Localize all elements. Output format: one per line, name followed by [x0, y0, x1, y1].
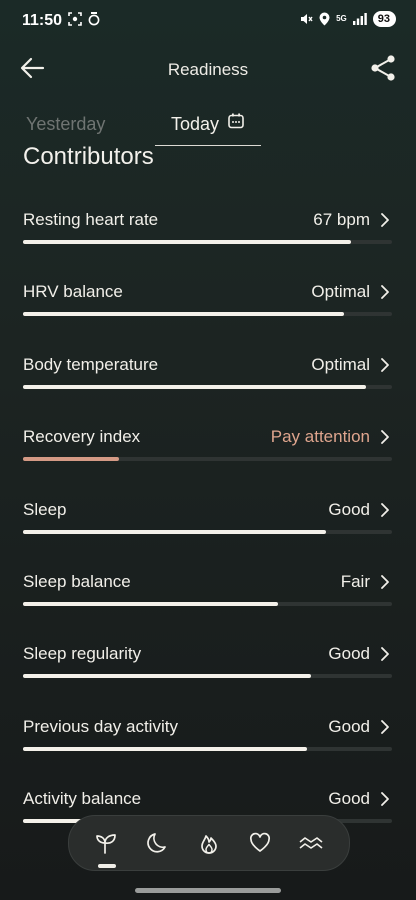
- tab-yesterday[interactable]: Yesterday: [26, 114, 105, 135]
- moon-icon: [147, 833, 166, 853]
- contributor-label: Body temperature: [23, 354, 159, 374]
- chevron-right-icon: [381, 357, 389, 372]
- contributor-label: Previous day activity: [23, 716, 178, 736]
- share-icon: [371, 55, 395, 81]
- contributor-row[interactable]: Previous day activity Good: [23, 711, 392, 783]
- contributor-row[interactable]: Recovery index Pay attention: [23, 421, 392, 493]
- watch-icon: [88, 12, 100, 26]
- calendar-icon[interactable]: [228, 113, 244, 129]
- app-header: Readiness: [0, 44, 416, 92]
- chevron-right-icon: [381, 430, 389, 445]
- contributor-bar-track: [23, 457, 392, 462]
- nav-sleep[interactable]: [142, 827, 174, 859]
- nav-readiness[interactable]: [91, 827, 123, 859]
- contributor-bar-fill: [23, 457, 119, 462]
- chevron-right-icon: [381, 719, 389, 734]
- contributor-label: Sleep: [23, 499, 67, 519]
- chevron-right-icon: [381, 647, 389, 662]
- contributor-bar-fill: [23, 674, 311, 679]
- contributor-value: Good: [328, 644, 370, 664]
- flame-icon: [201, 835, 217, 854]
- status-notification-icons: [68, 12, 100, 26]
- contributor-value: Optimal: [311, 282, 370, 302]
- status-time: 11:50: [22, 12, 63, 29]
- bottom-nav: [68, 815, 350, 871]
- tab-today[interactable]: Today: [155, 108, 261, 146]
- contributor-bar-track: [23, 746, 392, 751]
- contributor-bar-fill: [23, 312, 345, 317]
- tab-today-label: Today: [171, 114, 220, 134]
- contributor-value: Pay attention: [270, 427, 370, 447]
- contributor-bar-track: [23, 312, 392, 317]
- contributor-bar-track: [23, 384, 392, 389]
- chevron-right-icon: [381, 285, 389, 300]
- page-title: Readiness: [167, 60, 249, 79]
- chevron-right-icon: [381, 575, 389, 589]
- contributor-bar-track: [23, 601, 392, 606]
- contributors-list: Resting heart rate 67 bpm HRV balance Optim…: [23, 204, 392, 856]
- contributor-row[interactable]: Sleep balance Fair: [23, 566, 392, 638]
- status-bar: 11:50 5G 93: [0, 0, 416, 42]
- contributor-bar-track: [23, 674, 392, 679]
- mute-icon: [301, 14, 313, 24]
- home-indicator[interactable]: [135, 888, 281, 893]
- contributor-label: Resting heart rate: [23, 210, 159, 229]
- heart-icon: [249, 832, 271, 852]
- network-type: 5G: [336, 14, 347, 23]
- day-tabs: Yesterday Today: [0, 108, 416, 148]
- chevron-right-icon: [381, 792, 389, 807]
- contributor-bar-fill: [23, 529, 326, 534]
- sprout-icon: [96, 834, 116, 854]
- contributor-value: Good: [328, 789, 370, 809]
- contributor-label: HRV balance: [23, 282, 123, 302]
- chevron-right-icon: [381, 502, 389, 517]
- nav-heart[interactable]: [244, 827, 276, 859]
- contributor-bar-track: [23, 529, 392, 534]
- contributor-label: Activity balance: [23, 789, 142, 809]
- location-icon: [319, 12, 330, 26]
- battery-level: 93: [372, 11, 396, 27]
- contributor-label: Sleep balance: [23, 571, 131, 591]
- contributor-value: Optimal: [311, 354, 370, 374]
- contributor-value: Fair: [340, 571, 370, 591]
- status-system-icons: 5G 93: [299, 11, 396, 27]
- nav-active-indicator: [98, 864, 116, 868]
- contributor-bar-track: [23, 240, 392, 244]
- nav-activity[interactable]: [193, 827, 225, 859]
- contributor-bar-fill: [23, 601, 278, 606]
- nav-stress[interactable]: [295, 827, 327, 859]
- contributor-row[interactable]: Sleep Good: [23, 494, 392, 566]
- contributor-bar-fill: [23, 384, 367, 389]
- signal-icon: [352, 13, 367, 25]
- chevron-right-icon: [381, 213, 389, 227]
- contributor-value: Good: [328, 499, 370, 519]
- contributor-bar-fill: [23, 746, 308, 751]
- waves-icon: [299, 837, 323, 849]
- contributor-label: Sleep regularity: [23, 644, 142, 664]
- contributor-value: 67 bpm: [313, 210, 370, 229]
- contributor-row[interactable]: Sleep regularity Good: [23, 638, 392, 710]
- contributor-row[interactable]: Body temperature Optimal: [23, 349, 392, 421]
- contributor-row[interactable]: Resting heart rate 67 bpm: [23, 204, 392, 276]
- contributor-label: Recovery index: [23, 427, 141, 447]
- contributor-row[interactable]: HRV balance Optimal: [23, 276, 392, 348]
- contributor-bar-fill: [23, 240, 352, 244]
- screenshot-icon: [68, 12, 82, 26]
- share-button[interactable]: [368, 54, 398, 82]
- contributor-value: Good: [328, 716, 370, 736]
- section-title: Contributors: [23, 143, 154, 170]
